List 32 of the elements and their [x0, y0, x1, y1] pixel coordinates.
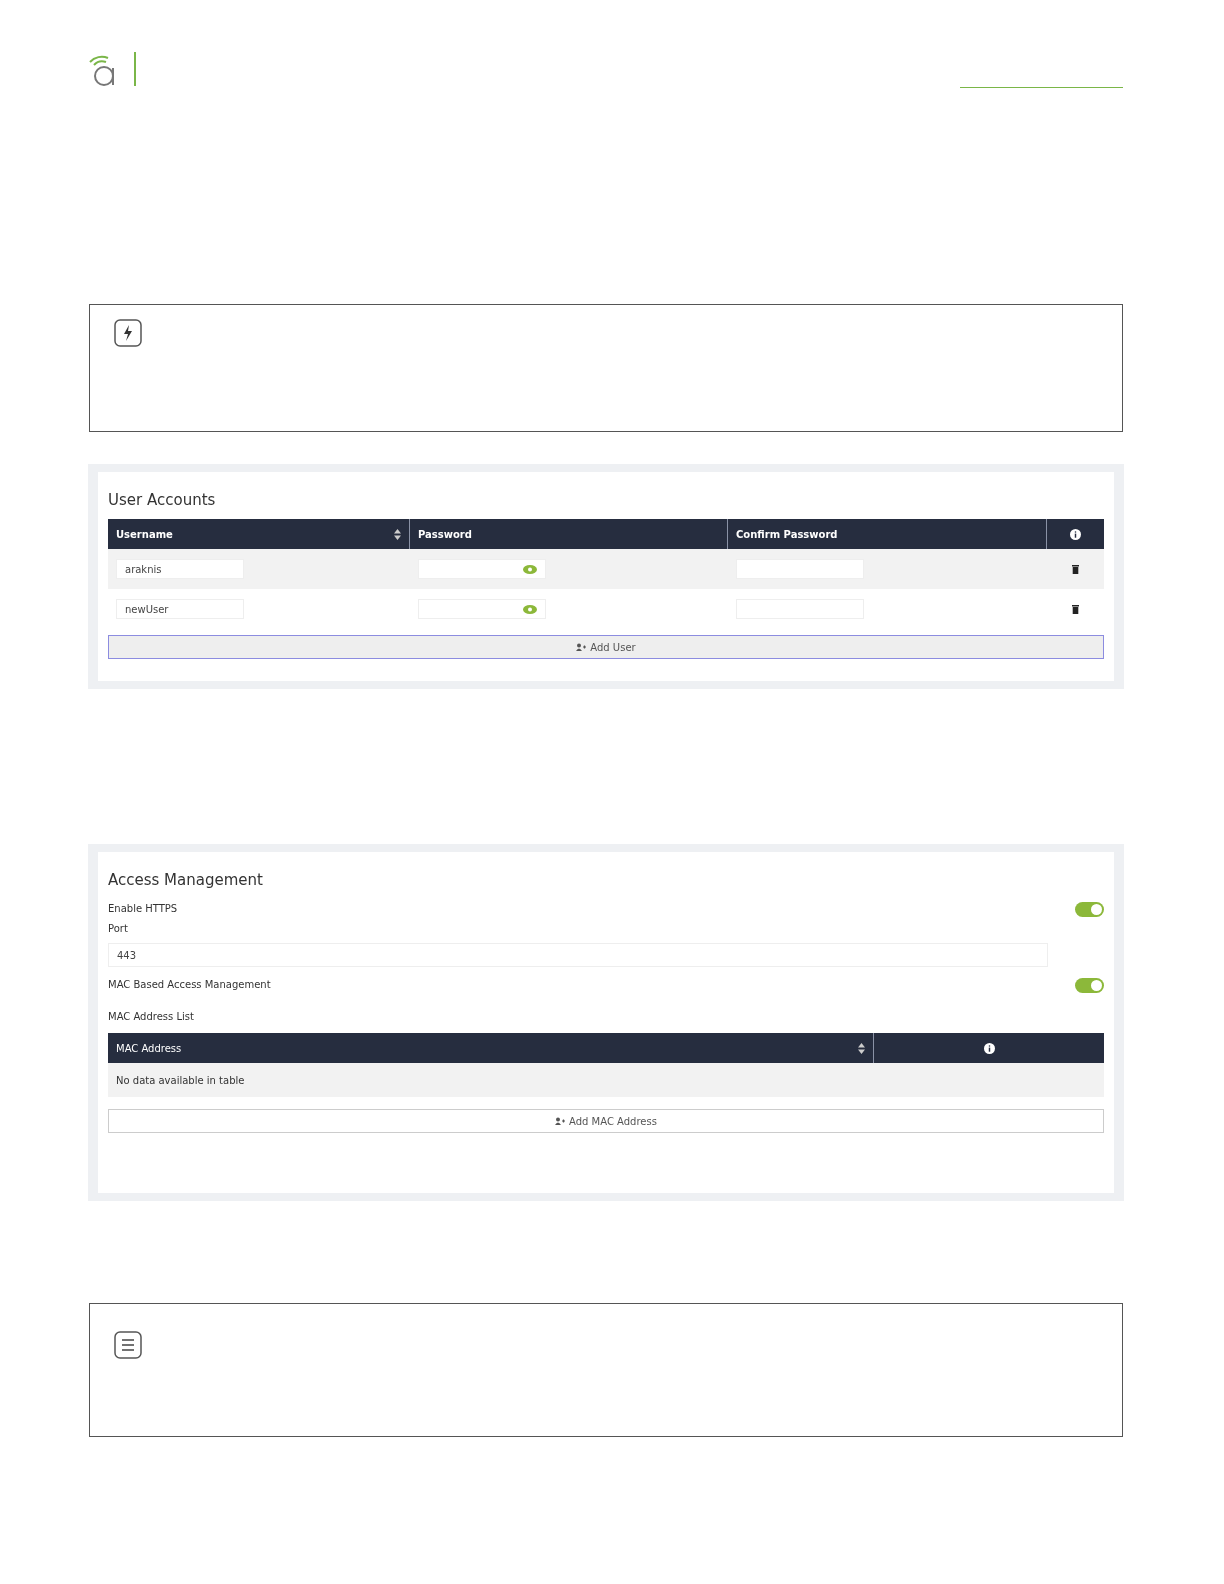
column-header: Username — [116, 528, 173, 540]
sort-icon[interactable] — [858, 1042, 865, 1054]
lightning-icon — [114, 319, 142, 347]
column-header: Confirm Password — [736, 528, 838, 540]
eye-icon[interactable] — [523, 604, 537, 614]
password-field[interactable] — [418, 559, 546, 579]
sort-icon[interactable] — [394, 528, 401, 540]
section-label: MAC Address List — [108, 1010, 195, 1024]
info-icon — [1070, 528, 1081, 540]
info-icon — [983, 1042, 995, 1054]
column-header: MAC Address — [116, 1042, 182, 1054]
eye-icon[interactable] — [523, 564, 537, 574]
add-mac-address-button[interactable]: Add MAC Address — [108, 1109, 1104, 1133]
add-user-icon — [576, 643, 587, 651]
username-field[interactable]: newUser — [116, 599, 244, 619]
toggle-switch[interactable] — [1075, 977, 1104, 993]
field-label: Port — [108, 922, 129, 936]
add-user-button[interactable]: Add User — [108, 635, 1104, 659]
port-field[interactable]: 443 — [108, 943, 1048, 967]
empty-message: No data available in table — [116, 1074, 245, 1086]
toggle-switch[interactable] — [1075, 901, 1104, 917]
column-header: Password — [418, 528, 472, 540]
password-field[interactable] — [418, 599, 546, 619]
panel-title: User Accounts — [108, 491, 216, 509]
trash-icon[interactable] — [1072, 604, 1079, 614]
setting-label: Enable HTTPS — [108, 902, 178, 916]
username-field[interactable]: araknis — [116, 559, 244, 579]
setting-label: MAC Based Access Management — [108, 978, 271, 992]
document-icon — [114, 1331, 142, 1359]
add-user-icon — [555, 1117, 566, 1125]
panel-title: Access Management — [108, 871, 263, 889]
trash-icon[interactable] — [1072, 564, 1079, 574]
